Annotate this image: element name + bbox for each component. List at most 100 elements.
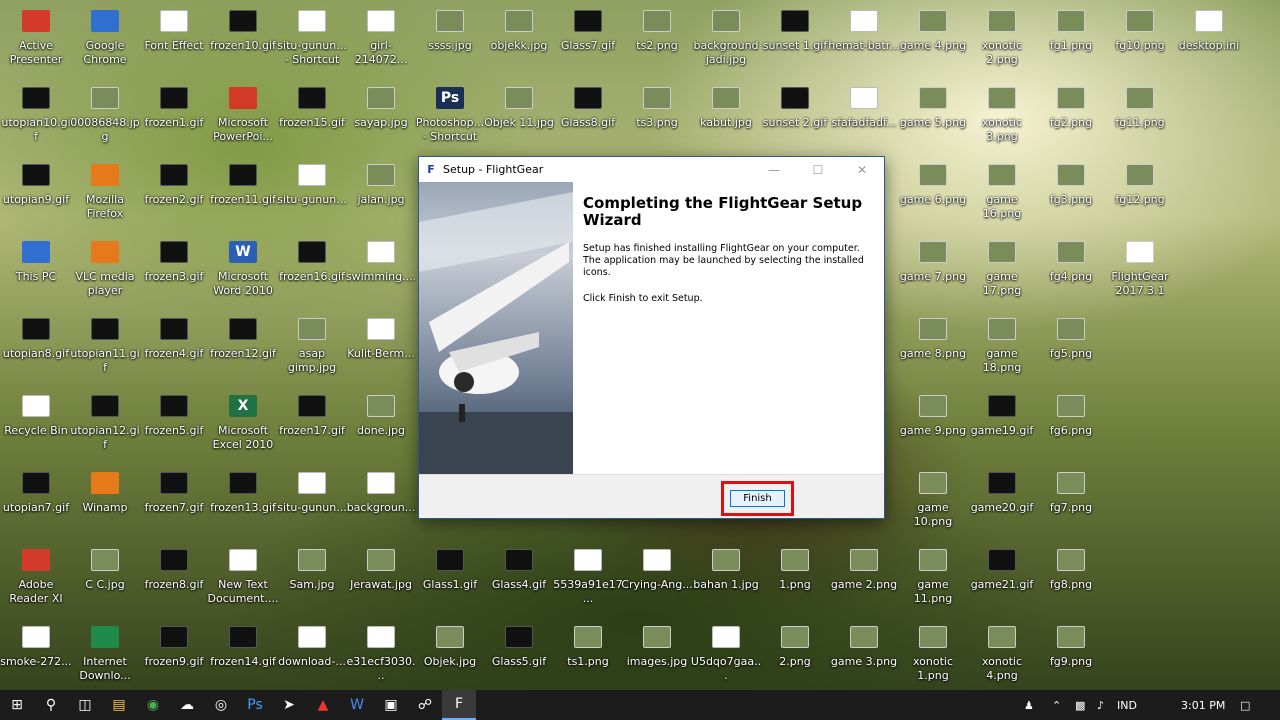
desktop-icon[interactable]: 5539a91e17... bbox=[552, 541, 624, 615]
desktop-icon[interactable]: swimming.... bbox=[345, 233, 417, 307]
desktop-icon[interactable]: This PC bbox=[0, 233, 72, 307]
maximize-icon[interactable]: ☐ bbox=[796, 158, 840, 182]
desktop-icon[interactable]: frozen15.gif bbox=[276, 79, 348, 153]
desktop-icon[interactable]: fg3.png bbox=[1035, 156, 1107, 230]
desktop-icon[interactable]: frozen3.gif bbox=[138, 233, 210, 307]
desktop-icon[interactable]: frozen7.gif bbox=[138, 464, 210, 538]
desktop-icon[interactable]: VLC media player bbox=[69, 233, 141, 307]
desktop-icon[interactable]: Glass1.gif bbox=[414, 541, 486, 615]
desktop-icon[interactable]: F FlightGear 2017.3.1 bbox=[1104, 233, 1176, 307]
desktop-icon[interactable]: frozen8.gif bbox=[138, 541, 210, 615]
desktop-icon[interactable]: frozen14.gif bbox=[207, 618, 279, 692]
desktop-icon[interactable]: situ-gunun... bbox=[276, 156, 348, 230]
desktop-icon[interactable]: frozen17.gif bbox=[276, 387, 348, 461]
desktop-icon[interactable]: frozen9.gif bbox=[138, 618, 210, 692]
desktop-icon[interactable]: X Microsoft Excel 2010 bbox=[207, 387, 279, 461]
desktop-icon[interactable]: fg8.png bbox=[1035, 541, 1107, 615]
close-icon[interactable]: ✕ bbox=[840, 158, 884, 182]
desktop-icon[interactable]: girl-214072... bbox=[345, 2, 417, 76]
flightgear-taskbar-icon[interactable]: F bbox=[442, 690, 476, 720]
desktop-icon[interactable]: game 18.png bbox=[966, 310, 1038, 384]
desktop-icon[interactable]: done.jpg bbox=[345, 387, 417, 461]
desktop-icon[interactable]: Glass7.gif bbox=[552, 2, 624, 76]
desktop-icon[interactable]: sfafadfadf... bbox=[828, 79, 900, 153]
desktop-icon[interactable]: utopian12.gif bbox=[69, 387, 141, 461]
desktop-icon[interactable]: ssss.jpg bbox=[414, 2, 486, 76]
desktop-icon[interactable]: xonotic 2.png bbox=[966, 2, 1038, 76]
desktop-icon[interactable]: Font Effect bbox=[138, 2, 210, 76]
desktop-icon[interactable]: game 17.png bbox=[966, 233, 1038, 307]
tray-chevron-icon[interactable]: ⌃ bbox=[1052, 690, 1061, 720]
desktop-icon[interactable]: ts1.png bbox=[552, 618, 624, 692]
desktop-icon[interactable]: game 7.png bbox=[897, 233, 969, 307]
desktop-icon[interactable]: Recycle Bin bbox=[0, 387, 72, 461]
desktop-icon[interactable]: Jerawat.jpg bbox=[345, 541, 417, 615]
desktop-icon[interactable]: fg12.png bbox=[1104, 156, 1176, 230]
desktop-icon[interactable]: situ-gunun... bbox=[276, 464, 348, 538]
desktop-icon[interactable]: Internet Downlo... bbox=[69, 618, 141, 692]
desktop-icon[interactable]: Sam.jpg bbox=[276, 541, 348, 615]
desktop-icon[interactable]: download-... bbox=[276, 618, 348, 692]
desktop-icon[interactable]: frozen5.gif bbox=[138, 387, 210, 461]
desktop-icon[interactable]: Microsoft PowerPoi... bbox=[207, 79, 279, 153]
desktop-icon[interactable]: bahan 1.jpg bbox=[690, 541, 762, 615]
desktop-icon[interactable]: Glass8.gif bbox=[552, 79, 624, 153]
desktop-icon[interactable]: images.jpg bbox=[621, 618, 693, 692]
desktop-icon[interactable]: game 5.png bbox=[897, 79, 969, 153]
finish-button[interactable]: Finish bbox=[730, 490, 785, 507]
chrome-icon[interactable]: ◉ bbox=[136, 690, 170, 720]
desktop-icon[interactable]: xonotic 4.png bbox=[966, 618, 1038, 692]
desktop-icon[interactable]: kabut.jpg bbox=[690, 79, 762, 153]
desktop-icon[interactable]: fg7.png bbox=[1035, 464, 1107, 538]
desktop-icon[interactable]: Winamp bbox=[69, 464, 141, 538]
desktop-icon[interactable]: Google Chrome bbox=[69, 2, 141, 76]
desktop-icon[interactable]: ts2.png bbox=[621, 2, 693, 76]
desktop-icon[interactable]: fg10.png bbox=[1104, 2, 1176, 76]
desktop-icon[interactable]: Glass4.gif bbox=[483, 541, 555, 615]
tray-people-icon[interactable]: ♟ bbox=[1024, 690, 1034, 720]
desktop-icon[interactable]: background jadi.jpg bbox=[690, 2, 762, 76]
desktop-icon[interactable]: Mozilla Firefox bbox=[69, 156, 141, 230]
notification-icon[interactable]: □ bbox=[1240, 690, 1250, 720]
app-icon-4[interactable]: ▲ bbox=[306, 690, 340, 720]
app-icon-5[interactable]: ☍ bbox=[408, 690, 442, 720]
desktop-icon[interactable]: sunset 2.gif bbox=[759, 79, 831, 153]
desktop-icon[interactable]: 2.png bbox=[759, 618, 831, 692]
desktop-icon[interactable]: fg2.png bbox=[1035, 79, 1107, 153]
desktop-icon[interactable]: frozen16.gif bbox=[276, 233, 348, 307]
desktop-icon[interactable]: game 8.png bbox=[897, 310, 969, 384]
desktop-icon[interactable]: Glass5.gif bbox=[483, 618, 555, 692]
desktop-icon[interactable]: utopian9.gif bbox=[0, 156, 72, 230]
desktop-icon[interactable]: W Microsoft Word 2010 bbox=[207, 233, 279, 307]
desktop-icon[interactable]: objekk.jpg bbox=[483, 2, 555, 76]
desktop-icon[interactable]: xonotic 3.png bbox=[966, 79, 1038, 153]
desktop-icon[interactable]: fg11.png bbox=[1104, 79, 1176, 153]
desktop-icon[interactable]: New Text Document.... bbox=[207, 541, 279, 615]
desktop-icon[interactable]: e31ecf3030... bbox=[345, 618, 417, 692]
desktop-icon[interactable]: Ps Photoshop... - Shortcut bbox=[414, 79, 486, 153]
desktop-icon[interactable]: utopian10.gif bbox=[0, 79, 72, 153]
desktop-icon[interactable]: Crying-Ang... bbox=[621, 541, 693, 615]
app-icon-2[interactable]: ◎ bbox=[204, 690, 238, 720]
desktop-icon[interactable]: fg5.png bbox=[1035, 310, 1107, 384]
desktop-icon[interactable]: frozen11.gif bbox=[207, 156, 279, 230]
tray-clock[interactable]: 3:01 PM bbox=[1181, 690, 1225, 720]
desktop-icon[interactable]: C C.jpg bbox=[69, 541, 141, 615]
desktop-icon[interactable]: frozen10.gif bbox=[207, 2, 279, 76]
word-icon[interactable]: W bbox=[340, 690, 374, 720]
desktop-icon[interactable]: game 16.png bbox=[966, 156, 1038, 230]
desktop-icon[interactable]: frozen1.gif bbox=[138, 79, 210, 153]
desktop-icon[interactable]: game19.gif bbox=[966, 387, 1038, 461]
desktop-icon[interactable]: 00086848.jpg bbox=[69, 79, 141, 153]
start-icon[interactable]: ⊞ bbox=[0, 690, 34, 720]
photoshop-icon[interactable]: Ps bbox=[238, 690, 272, 720]
desktop-icon[interactable]: frozen2.gif bbox=[138, 156, 210, 230]
desktop-icon[interactable]: smoke-272... bbox=[0, 618, 72, 692]
desktop-icon[interactable]: desktop.ini bbox=[1173, 2, 1245, 76]
photos-icon[interactable]: ▣ bbox=[374, 690, 408, 720]
desktop-icon[interactable]: ts3.png bbox=[621, 79, 693, 153]
desktop-icon[interactable]: asap gimp.jpg bbox=[276, 310, 348, 384]
desktop-icon[interactable]: frozen12.gif bbox=[207, 310, 279, 384]
file-explorer-icon[interactable]: ▤ bbox=[102, 690, 136, 720]
desktop-icon[interactable]: Objek.jpg bbox=[414, 618, 486, 692]
